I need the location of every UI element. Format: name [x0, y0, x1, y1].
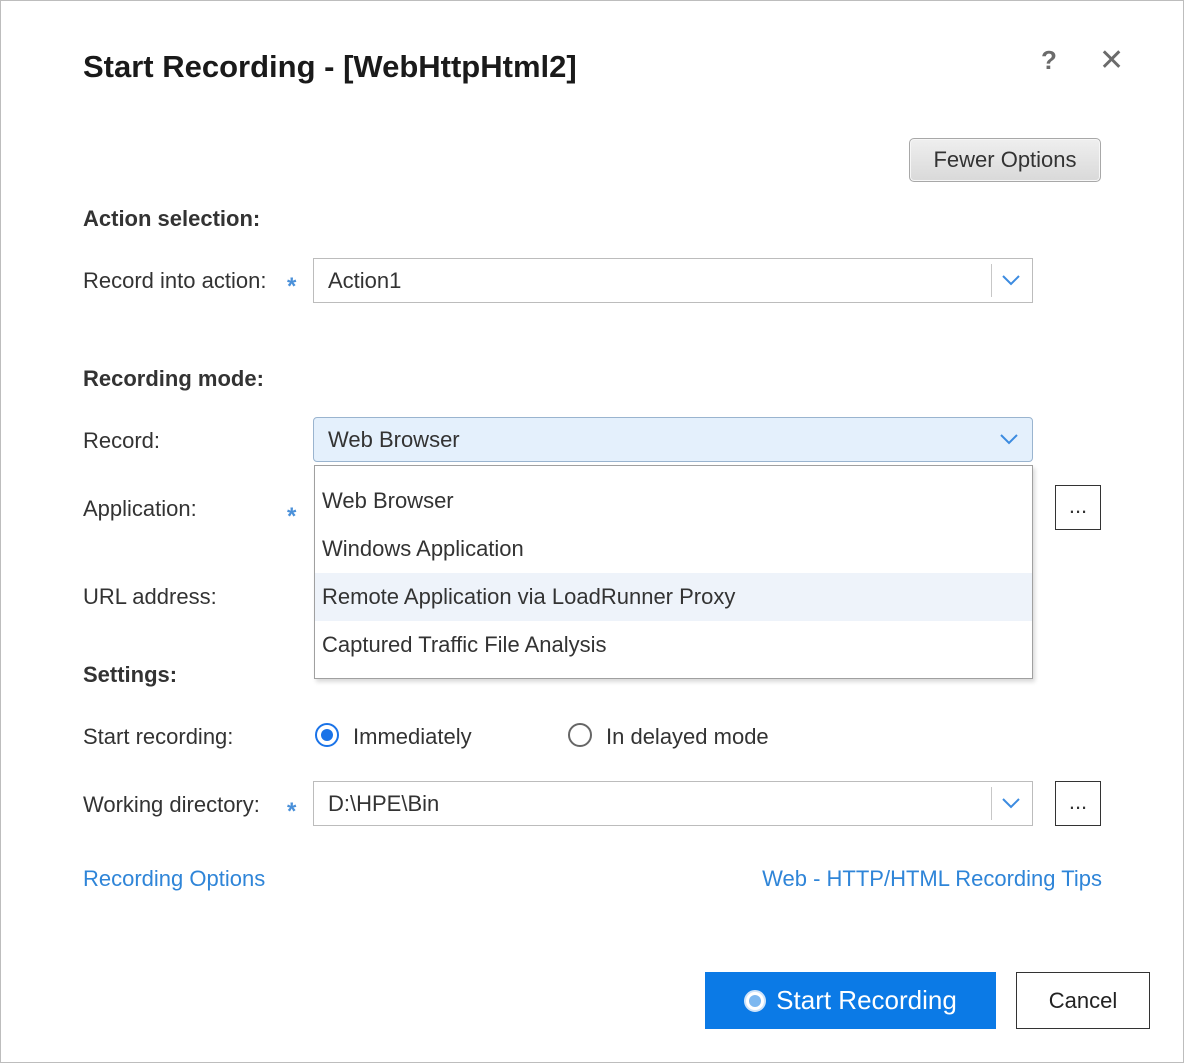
required-mark: * — [287, 273, 297, 300]
required-mark: * — [287, 503, 297, 530]
recording-mode-heading: Recording mode: — [83, 366, 264, 391]
start-recording-dialog: Start Recording - [WebHttpHtml2] ? ✕ Few… — [0, 0, 1184, 1063]
immediately-radio[interactable] — [315, 723, 339, 747]
recording-tips-link[interactable]: Web - HTTP/HTML Recording Tips — [762, 866, 1102, 892]
application-label: Application: — [83, 496, 197, 521]
start-recording-label-text: Start Recording — [776, 985, 957, 1015]
application-browse-button[interactable]: ... — [1055, 485, 1101, 530]
dialog-title: Start Recording - [WebHttpHtml2] — [83, 49, 577, 84]
record-mode-dropdown: Web Browser Windows Application Remote A… — [314, 465, 1033, 679]
help-icon[interactable]: ? — [1041, 45, 1057, 76]
combo-separator — [991, 787, 992, 820]
dropdown-option-web-browser[interactable]: Web Browser — [315, 477, 1032, 525]
settings-heading: Settings: — [83, 662, 178, 687]
recording-options-link[interactable]: Recording Options — [83, 866, 265, 892]
dropdown-option-remote-application[interactable]: Remote Application via LoadRunner Proxy — [315, 573, 1032, 621]
delayed-mode-label[interactable]: In delayed mode — [606, 724, 769, 750]
chevron-down-icon[interactable] — [999, 429, 1019, 449]
working-directory-combo[interactable]: D:\HPE\Bin — [313, 781, 1033, 826]
record-label: Record: — [83, 428, 161, 453]
fewer-options-button[interactable]: Fewer Options — [909, 138, 1101, 182]
record-into-action-value: Action1 — [328, 268, 402, 293]
start-recording-label: Start recording: — [83, 724, 234, 749]
cancel-button[interactable]: Cancel — [1016, 972, 1150, 1029]
working-directory-browse-button[interactable]: ... — [1055, 781, 1101, 826]
start-recording-button[interactable]: Start Recording — [705, 972, 996, 1029]
record-mode-value: Web Browser — [328, 427, 460, 452]
dropdown-option-windows-application[interactable]: Windows Application — [315, 525, 1032, 573]
required-mark: * — [287, 798, 297, 825]
record-icon — [744, 989, 767, 1012]
url-address-label: URL address: — [83, 584, 217, 609]
record-into-action-label: Record into action: — [83, 268, 267, 293]
dropdown-option-captured-traffic[interactable]: Captured Traffic File Analysis — [315, 621, 1032, 669]
close-icon[interactable]: ✕ — [1099, 43, 1124, 78]
record-into-action-combo[interactable]: Action1 — [313, 258, 1033, 303]
working-directory-label: Working directory: — [83, 792, 260, 817]
chevron-down-icon[interactable] — [1001, 270, 1021, 290]
chevron-down-icon[interactable] — [1001, 793, 1021, 813]
action-selection-heading: Action selection: — [83, 206, 261, 231]
working-directory-value: D:\HPE\Bin — [328, 791, 440, 816]
delayed-mode-radio[interactable] — [568, 723, 592, 747]
combo-separator — [991, 264, 992, 297]
record-mode-combo[interactable]: Web Browser — [313, 417, 1033, 462]
immediately-label[interactable]: Immediately — [353, 724, 472, 750]
